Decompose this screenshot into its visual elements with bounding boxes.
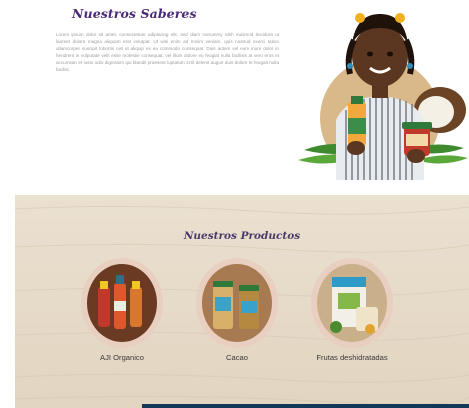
product-label-aji[interactable]: AJI Organico [67,353,177,362]
hero-girl-with-products-image [298,13,468,180]
product-label-cacao[interactable]: Cacao [182,353,292,362]
productos-title: Nuestros Productos [183,230,301,242]
product-image-cacao[interactable] [195,257,279,349]
saberes-title: Nuestros Saberes [72,6,197,21]
productos-section: Nuestros Productos AJI Organico Cacao Fr… [15,195,469,408]
product-card-cacao[interactable]: Cacao [182,257,292,362]
footer-bar [142,404,469,408]
saberes-paragraph: Lorem ipsum dolor sit amet, consectetuer… [56,32,279,72]
product-card-aji[interactable]: AJI Organico [67,257,177,362]
product-image-aji[interactable] [80,257,164,349]
product-image-frutas[interactable] [310,257,394,349]
product-label-frutas[interactable]: Frutas deshidratadas [297,353,407,362]
product-card-frutas[interactable]: Frutas deshidratadas [297,257,407,362]
